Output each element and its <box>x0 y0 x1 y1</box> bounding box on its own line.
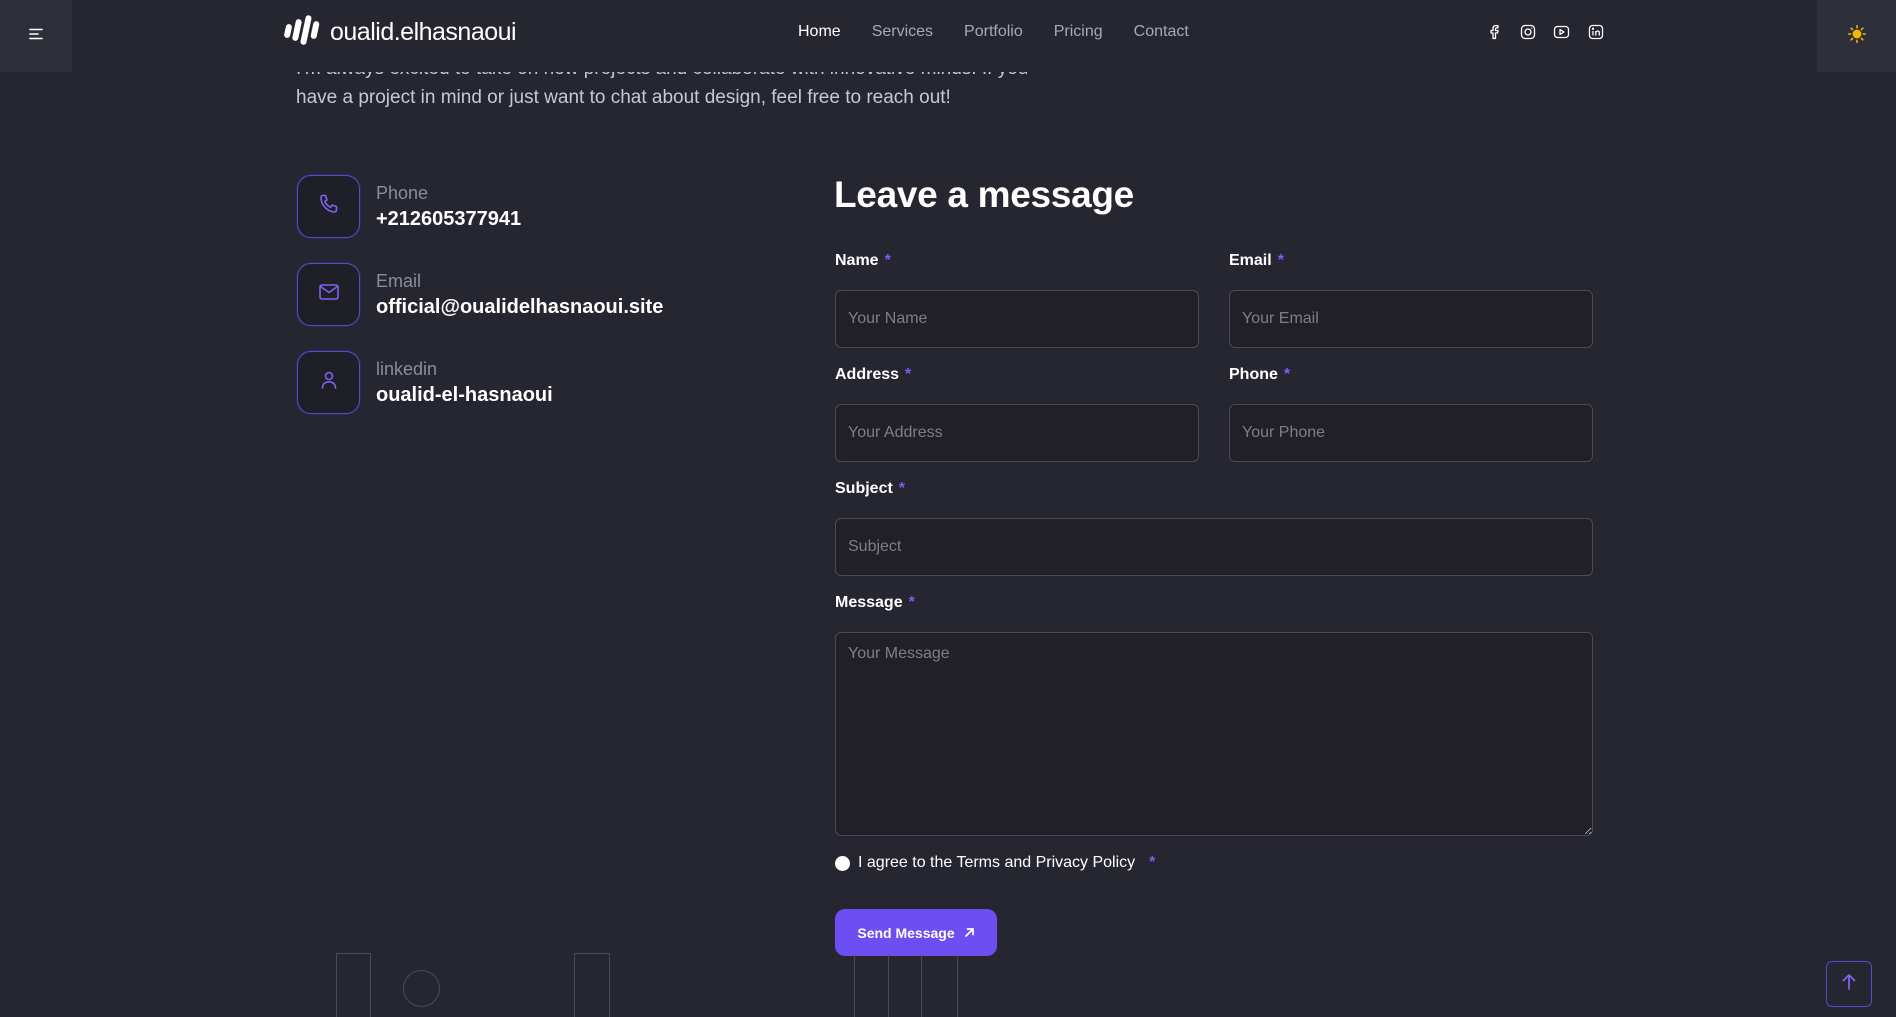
send-message-button[interactable]: Send Message <box>835 909 997 956</box>
address-input[interactable] <box>835 404 1199 462</box>
contact-email: Email official@oualidelhasnaoui.site <box>297 263 663 326</box>
linkedin-label: linkedin <box>376 358 438 379</box>
intro-line-2: have a project in mind or just want to c… <box>296 87 951 108</box>
required-mark: * <box>905 366 912 383</box>
terms-radio[interactable] <box>835 855 850 871</box>
required-mark: * <box>1277 252 1284 269</box>
social-links <box>1484 22 1605 41</box>
send-message-label: Send Message <box>857 924 955 941</box>
address-label-text: Address <box>835 366 900 383</box>
decorative-outline <box>574 953 610 1017</box>
phone-field-label: Phone * <box>1229 366 1290 384</box>
subject-label-text: Subject <box>835 480 893 497</box>
required-mark: * <box>884 252 891 269</box>
nav-services[interactable]: Services <box>872 23 933 41</box>
terms-agreement: I agree to the Terms and Privacy Policy … <box>835 854 1155 872</box>
arrow-up-icon <box>1841 973 1857 996</box>
phone-icon-box <box>297 175 360 238</box>
mail-icon <box>317 280 341 309</box>
name-label: Name * <box>835 252 891 270</box>
phone-input[interactable] <box>1229 404 1593 462</box>
site-logo[interactable]: oualid.elhasnaoui <box>284 14 517 51</box>
arrow-up-right-icon <box>964 925 975 941</box>
required-mark: * <box>908 594 915 611</box>
decorative-outline <box>888 955 922 1017</box>
linkedin-text: linkedin oualid-el-hasnaoui <box>376 359 553 407</box>
form-title: Leave a message <box>834 174 1134 215</box>
decorative-circle <box>403 970 440 1007</box>
name-input[interactable] <box>835 290 1199 348</box>
linkedin-icon[interactable] <box>1586 22 1605 41</box>
main-nav: Home Services Portfolio Pricing Contact <box>798 0 1189 64</box>
logo-text: oualid.elhasnaoui <box>330 17 517 46</box>
required-mark: * <box>1283 366 1291 383</box>
linkedin-value[interactable]: oualid-el-hasnaoui <box>376 384 553 407</box>
contact-phone: Phone +212605377941 <box>297 175 521 238</box>
email-field-label: Email * <box>1229 252 1284 270</box>
nav-pricing[interactable]: Pricing <box>1054 23 1103 41</box>
sun-icon <box>1847 24 1866 48</box>
decorative-outline <box>336 953 371 1017</box>
email-input[interactable] <box>1229 290 1593 348</box>
required-mark: * <box>898 480 906 497</box>
terms-text: I agree to the Terms and Privacy Policy <box>858 854 1136 871</box>
phone-value[interactable]: +212605377941 <box>376 208 521 231</box>
youtube-icon[interactable] <box>1552 22 1571 41</box>
phone-text: Phone +212605377941 <box>376 183 521 231</box>
email-value[interactable]: official@oualidelhasnaoui.site <box>376 296 663 319</box>
message-textarea[interactable] <box>835 632 1593 836</box>
user-icon-box <box>297 351 360 414</box>
nav-portfolio[interactable]: Portfolio <box>964 23 1023 41</box>
subject-label: Subject * <box>835 480 905 498</box>
name-label-text: Name <box>835 252 879 269</box>
theme-toggle-button[interactable] <box>1817 0 1896 72</box>
address-label: Address * <box>835 366 911 384</box>
phone-label-text: Phone <box>1229 366 1278 383</box>
user-icon <box>317 368 341 397</box>
required-mark: * <box>1149 854 1156 871</box>
logo-icon <box>284 14 324 51</box>
instagram-icon[interactable] <box>1518 22 1537 41</box>
mail-icon-box <box>297 263 360 326</box>
contact-linkedin: linkedin oualid-el-hasnaoui <box>297 351 553 414</box>
menu-icon <box>29 27 43 45</box>
email-text: Email official@oualidelhasnaoui.site <box>376 271 663 319</box>
contact-page: I'm always excited to take on new projec… <box>0 0 1896 1017</box>
nav-home[interactable]: Home <box>798 23 841 41</box>
message-label: Message * <box>835 594 915 612</box>
facebook-icon[interactable] <box>1484 22 1503 41</box>
menu-button[interactable] <box>0 0 72 72</box>
phone-icon <box>317 192 341 221</box>
email-label: Email <box>376 270 422 291</box>
site-header: oualid.elhasnaoui Home Services Portfoli… <box>0 0 1896 72</box>
subject-input[interactable] <box>835 518 1593 576</box>
message-label-text: Message <box>835 594 903 611</box>
nav-contact[interactable]: Contact <box>1134 23 1189 41</box>
phone-label: Phone <box>376 182 429 203</box>
scroll-to-top-button[interactable] <box>1826 961 1872 1007</box>
email-label-text: Email <box>1229 252 1272 269</box>
